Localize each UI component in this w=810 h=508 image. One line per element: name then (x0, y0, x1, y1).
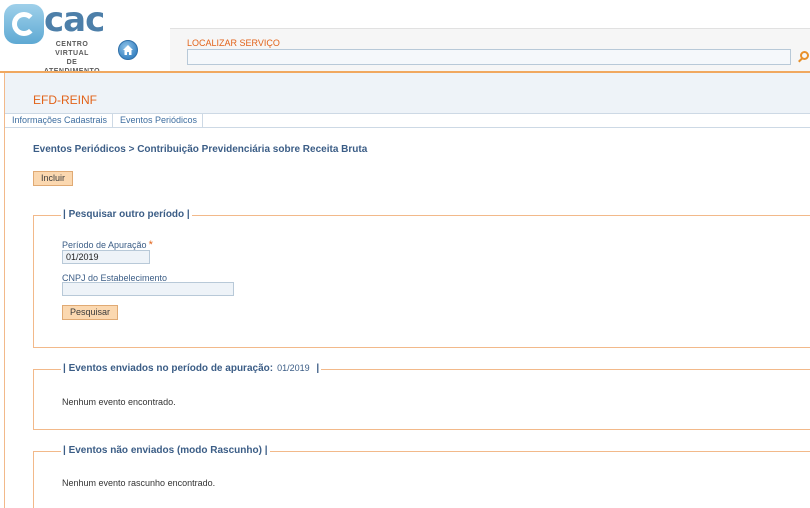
section-legend: | Eventos enviados no período de apuraçã… (61, 363, 322, 374)
search-icon[interactable] (798, 51, 810, 63)
tab-informacoes-cadastrais[interactable]: Informações Cadastrais (7, 114, 114, 127)
logo-text: cac (44, 0, 105, 40)
app-header: EFD-REINF (5, 73, 810, 113)
search-input[interactable] (187, 49, 791, 65)
section-legend: | Pesquisar outro período | (61, 209, 192, 220)
frame-border (4, 73, 5, 508)
cnpj-input[interactable] (62, 282, 234, 296)
breadcrumb: Eventos Periódicos > Contribuição Previd… (33, 144, 368, 155)
period-value: 01/2019 (277, 363, 310, 373)
tab-eventos-periodicos[interactable]: Eventos Periódicos (115, 114, 204, 127)
ecac-logo-e-icon (4, 4, 44, 44)
include-button[interactable]: Incluir (33, 171, 73, 186)
ecac-logo[interactable]: cac CENTRO VIRTUAL DE ATENDIMENTO (4, 0, 124, 75)
search-button[interactable]: Pesquisar (62, 305, 118, 320)
site-header: cac CENTRO VIRTUAL DE ATENDIMENTO LOCALI… (0, 0, 810, 75)
app-title: EFD-REINF (33, 93, 97, 107)
tab-bar: Informações Cadastrais Eventos Periódico… (5, 113, 810, 128)
period-input[interactable] (62, 250, 150, 264)
service-search: LOCALIZAR SERVIÇO (170, 28, 810, 72)
search-label: LOCALIZAR SERVIÇO (187, 38, 280, 48)
draft-events-message: Nenhum evento rascunho encontrado. (62, 478, 216, 488)
section-legend: | Eventos não enviados (modo Rascunho) | (61, 445, 270, 456)
home-icon[interactable] (118, 40, 138, 60)
sent-events-message: Nenhum evento encontrado. (62, 397, 176, 407)
